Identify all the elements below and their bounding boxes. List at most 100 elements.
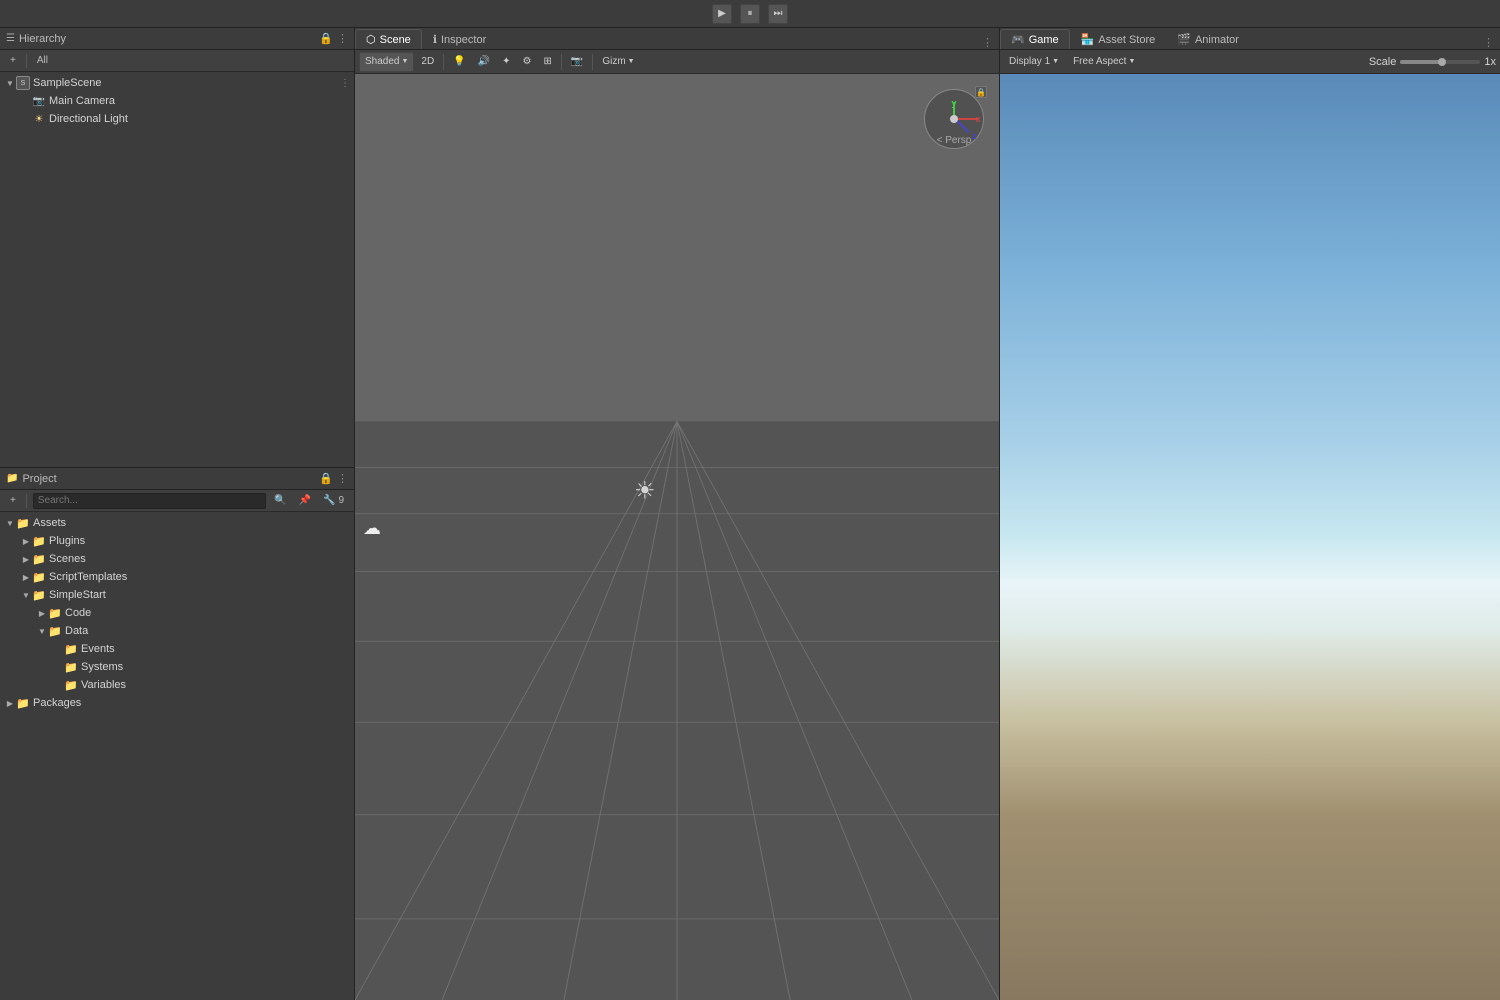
hierarchy-toolbar: + All [0,50,354,72]
search-icon-btn[interactable]: 🔍 [270,494,290,507]
asset-store-icon: 🏪 [1081,33,1095,46]
cloud-icon: ☁ [363,518,381,539]
shaded-dropdown[interactable]: Shaded ▼ [359,52,414,72]
events-folder-item[interactable]: 📁 Events [0,640,354,658]
audio-button[interactable]: 🔊 [473,52,495,72]
gizmos-dropdown[interactable]: Gizm ▼ [597,52,639,72]
game-tab-label: Game [1029,34,1059,46]
hierarchy-more-icon[interactable]: ⋮ [337,32,348,45]
camera-btn[interactable]: 📷 [566,52,588,72]
pin-icon-btn[interactable]: 📌 [295,494,315,507]
package-count-btn[interactable]: 🔧 9 [319,494,348,507]
scene-more[interactable]: ⋮ [340,78,350,89]
main-camera-item[interactable]: 📷 Main Camera [0,92,354,110]
project-search-input[interactable] [33,493,266,509]
game-tab-more[interactable]: ⋮ [1477,36,1500,49]
events-label: Events [81,643,115,655]
project-header: 📁 Project 🔒 ⋮ [0,468,354,490]
code-icon: 📁 [48,606,62,620]
scenes-label: Scenes [49,553,86,565]
scene-render-btn[interactable]: ⚙ [518,52,537,72]
code-arrow: ▶ [36,607,48,619]
data-folder-item[interactable]: ▼ 📁 Data [0,622,354,640]
scene-tab-icon: ⬡ [366,33,376,46]
hierarchy-header: ☰ Hierarchy 🔒 ⋮ [0,28,354,50]
inspector-tab[interactable]: ℹ Inspector [422,29,497,49]
simplestart-folder-item[interactable]: ▼ 📁 SimpleStart [0,586,354,604]
assets-folder-icon: 📁 [16,516,30,530]
aspect-arrow: ▼ [1128,58,1135,65]
inspector-tab-label: Inspector [441,34,486,46]
toolbar-separator [26,54,27,68]
scripttemplates-label: ScriptTemplates [49,571,127,583]
display-arrow: ▼ [1052,58,1059,65]
lighting-button[interactable]: 💡 [448,52,470,72]
scene-tool-sep3 [592,54,593,70]
assets-label: Assets [33,517,66,529]
game-sky [1000,74,1500,1000]
play-button[interactable]: ▶ [712,4,732,24]
gizmo-widget[interactable]: y x z 🔒 < Persp [919,84,989,154]
aspect-dropdown[interactable]: Free Aspect ▼ [1068,52,1140,72]
scene-tool-sep1 [443,54,444,70]
tab-more-btn[interactable]: ⋮ [976,36,999,49]
scale-slider-track[interactable] [1400,60,1480,64]
gizmo-lock-btn[interactable]: 🔒 [975,86,987,98]
project-folder-icon: 📁 [6,473,18,484]
asset-store-tab[interactable]: 🏪 Asset Store [1070,29,1167,49]
packages-folder-item[interactable]: ▶ 📁 Packages [0,694,354,712]
fx-button[interactable]: ✦ [497,52,515,72]
project-lock-icon[interactable]: 🔒 [319,472,333,485]
variables-folder-item[interactable]: 📁 Variables [0,676,354,694]
scene-tab[interactable]: ⬡ Scene [355,29,422,49]
game-tab-icon: 🎮 [1011,33,1025,46]
light-arrow-empty [20,113,32,125]
plugins-folder-item[interactable]: ▶ 📁 Plugins [0,532,354,550]
scale-value: 1x [1484,56,1496,68]
packages-icon: 📁 [16,696,30,710]
scene-arrow: ▼ [4,77,16,89]
left-panel: ☰ Hierarchy 🔒 ⋮ + All ▼ S SampleScene ⋮ [0,28,355,1000]
scene-label: SampleScene [33,77,102,89]
scripttemplates-arrow: ▶ [20,571,32,583]
plugins-label: Plugins [49,535,85,547]
game-tab[interactable]: 🎮 Game [1000,29,1070,49]
assets-arrow: ▼ [4,517,16,529]
2d-button[interactable]: 2D [416,52,439,72]
display-dropdown[interactable]: Display 1 ▼ [1004,52,1064,72]
assets-folder-item[interactable]: ▼ 📁 Assets [0,514,354,532]
lock-icon[interactable]: 🔒 [319,32,333,45]
hierarchy-content: ▼ S SampleScene ⋮ 📷 Main Camera [0,72,354,467]
variables-label: Variables [81,679,126,691]
shaded-label: Shaded [365,56,399,67]
directional-light-item[interactable]: ☀ Directional Light [0,110,354,128]
scene-item[interactable]: ▼ S SampleScene ⋮ [0,74,354,92]
systems-folder-item[interactable]: 📁 Systems [0,658,354,676]
animator-icon: 🎬 [1177,33,1191,46]
animator-tab[interactable]: 🎬 Animator [1166,29,1250,49]
scale-control: Scale 1x [1369,56,1496,68]
systems-label: Systems [81,661,123,673]
animator-label: Animator [1195,34,1239,46]
hidden-mesh-btn[interactable]: ⊞ [538,52,556,72]
game-tab-bar: 🎮 Game 🏪 Asset Store 🎬 Animator ⋮ [1000,28,1500,50]
step-button[interactable]: ⏭ [768,4,788,24]
scene-tab-bar: ⬡ Scene ℹ Inspector ⋮ [355,28,999,50]
data-label: Data [65,625,88,637]
project-more-icon[interactable]: ⋮ [337,472,348,485]
code-folder-item[interactable]: ▶ 📁 Code [0,604,354,622]
scripttemplates-folder-item[interactable]: ▶ 📁 ScriptTemplates [0,568,354,586]
project-sep [26,494,27,508]
all-button[interactable]: All [33,54,52,67]
scene-icon: S [16,76,30,90]
project-add-button[interactable]: + [6,494,20,507]
scene-viewport[interactable]: ☀ ☁ y x z 🔒 [355,74,999,1000]
package-count: 🔧 [323,495,335,506]
hierarchy-add-button[interactable]: + [6,54,20,67]
scenes-folder-item[interactable]: ▶ 📁 Scenes [0,550,354,568]
systems-icon: 📁 [64,660,78,674]
hierarchy-title: Hierarchy [19,33,66,45]
scale-slider-thumb[interactable] [1438,58,1446,66]
pause-button[interactable]: ⏸ [740,4,760,24]
directional-light-label: Directional Light [49,113,128,125]
